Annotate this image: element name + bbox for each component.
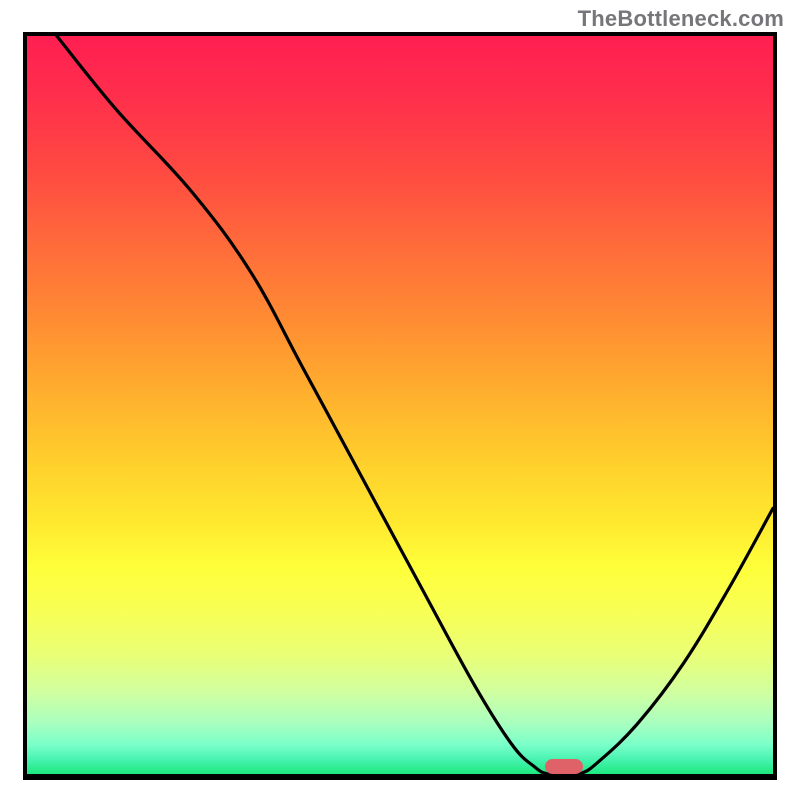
- plot-area: [23, 32, 777, 780]
- chart-container: TheBottleneck.com: [0, 0, 800, 800]
- curve-path: [57, 36, 773, 774]
- attribution-text: TheBottleneck.com: [578, 6, 784, 32]
- curve-svg: [27, 36, 773, 774]
- optimum-marker: [545, 759, 583, 774]
